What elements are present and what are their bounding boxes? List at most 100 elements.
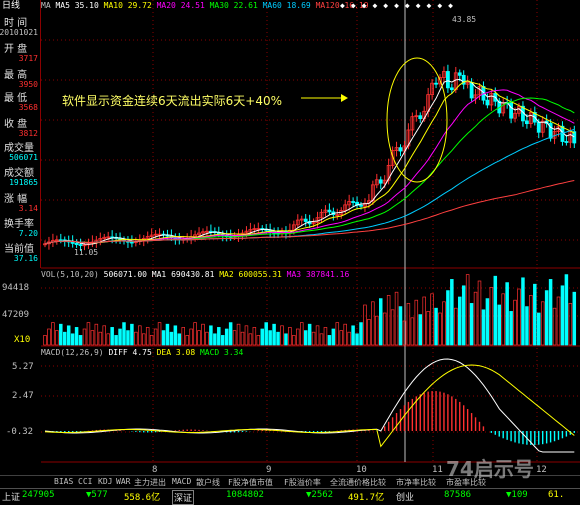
chart-canvas[interactable]	[41, 0, 580, 470]
candle-body	[524, 120, 529, 125]
volume-bar	[355, 333, 359, 346]
volume-bar	[386, 295, 391, 346]
tab-main-flow[interactable]: 主力进出	[134, 477, 166, 488]
volume-bar	[240, 331, 245, 346]
volume-bar	[442, 301, 446, 346]
low-label: 最 低	[4, 93, 28, 104]
high-value: 3950	[18, 80, 38, 89]
volume-bar	[509, 311, 513, 346]
volume-bar	[189, 328, 193, 346]
tab-float-price-compare[interactable]: 全流通价格比较	[330, 477, 386, 488]
tab-bias[interactable]: BIAS	[54, 477, 73, 486]
index-value-sz: 1084802	[226, 490, 264, 500]
volume-bar	[458, 296, 462, 346]
volume-bar	[521, 277, 525, 346]
volume-bar	[118, 328, 122, 346]
volume-bar	[98, 331, 103, 346]
vol-axis-mid: 47209	[2, 310, 30, 320]
market-status-bar: 上证 247905 ▼577 558.6亿 深证 1084802 ▼2562 4…	[0, 488, 580, 505]
tab-premium-rate[interactable]: F股溢价率	[284, 477, 321, 488]
candle-body	[564, 141, 569, 143]
index-name-sh[interactable]: 上证	[2, 490, 20, 503]
volume-bar	[564, 274, 569, 346]
vol-axis-unit: X10	[14, 335, 31, 345]
volume-bar	[292, 335, 296, 346]
index-change-sh: ▼577	[86, 490, 108, 500]
tab-nav-value[interactable]: F股净值市值	[228, 477, 273, 488]
tab-pb-compare[interactable]: 市净率比较	[396, 477, 436, 488]
volume-bar	[556, 296, 561, 346]
vol-axis-top: 94418	[2, 283, 30, 293]
tab-retail-line[interactable]: 散户线	[196, 477, 220, 488]
candle-body	[457, 72, 462, 76]
volume-bar	[525, 306, 529, 346]
volume-bar	[181, 327, 186, 346]
tab-war[interactable]: WAR	[116, 477, 130, 486]
volume-bar	[398, 306, 403, 346]
volume-bar	[493, 275, 498, 346]
volume-bar	[272, 323, 276, 346]
chart-area[interactable]	[41, 0, 580, 470]
current-value: 37.16	[13, 254, 38, 263]
month-label-12: 12	[536, 465, 547, 475]
candle-body	[378, 179, 383, 184]
volume-bar	[517, 288, 521, 346]
volume-bar	[276, 331, 280, 346]
volume-bar	[303, 330, 308, 346]
volume-bar	[209, 325, 213, 346]
candle-body	[74, 243, 79, 245]
candle-body	[449, 87, 454, 91]
index-name-cy[interactable]: 创业	[396, 490, 414, 503]
volume-bar	[126, 330, 130, 346]
volume-bar	[228, 322, 233, 346]
macd-legend-item-3: MACD 3.34	[199, 348, 244, 357]
volume-bar	[114, 335, 118, 346]
volume-bar	[221, 335, 225, 346]
date-value: 20101021	[0, 28, 38, 37]
volume-bar	[102, 325, 106, 346]
volume-bar	[201, 323, 205, 346]
amount-label: 成交额	[4, 168, 34, 179]
low-value: 3568	[18, 103, 38, 112]
volume-bar	[106, 333, 110, 346]
vol-legend-item-4: MA3 387841.16	[286, 270, 350, 279]
volume-bar	[446, 290, 450, 346]
volume-bar	[252, 327, 257, 346]
open-value: 3717	[18, 54, 38, 63]
volume-bar	[90, 330, 95, 346]
index-value-cy: 87586	[444, 490, 472, 500]
volume-bar	[335, 322, 340, 346]
volume-bar	[489, 287, 494, 346]
volume-bar	[43, 335, 47, 346]
volume-bar	[134, 331, 138, 346]
volume-bar	[94, 323, 99, 346]
volume-bar	[47, 328, 51, 346]
volume-bar	[351, 325, 355, 346]
volume-bar	[454, 307, 458, 346]
volume-bar	[63, 331, 67, 346]
tab-kdj[interactable]: KDJ	[98, 477, 112, 486]
ma-line-120	[44, 180, 575, 245]
index-name-sz[interactable]: 深证	[172, 490, 195, 505]
volume-bar	[410, 317, 415, 346]
volume-bar	[529, 295, 533, 346]
volume-bar	[343, 323, 347, 346]
volume-bar	[359, 322, 363, 346]
volume-bar	[450, 279, 454, 346]
volume-bar	[82, 328, 87, 346]
month-label-9: 9	[266, 465, 272, 475]
volume-bar	[70, 333, 75, 346]
watermark: 74启示号	[446, 457, 534, 481]
volume-bar	[110, 327, 114, 346]
volume-bar	[145, 327, 150, 346]
tab-cci[interactable]: CCI	[78, 477, 92, 486]
volume-bar	[185, 335, 189, 346]
candle-body	[418, 115, 423, 120]
candle-body	[130, 241, 134, 244]
tab-macd[interactable]: MACD	[172, 477, 191, 486]
candle-body	[469, 81, 474, 99]
volume-bar	[288, 327, 292, 346]
volume-bar	[165, 323, 170, 346]
index-amount-sz: 491.7亿	[348, 493, 385, 503]
volume-bar	[74, 327, 79, 346]
